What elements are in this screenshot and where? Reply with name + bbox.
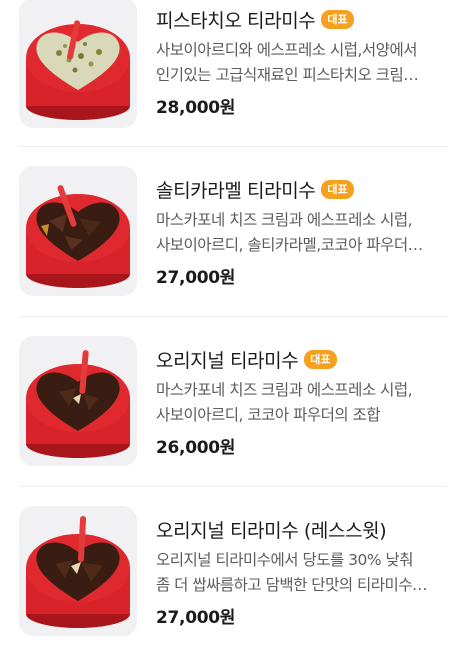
menu-item-description: 사보이아르디와 에스프레소 시럽,서양에서 인기있는 고급식재료인 피스타치오 … <box>156 41 419 84</box>
menu-list: 피스타치오 티라미수 대표 사보이아르디와 에스프레소 시럽,서양에서 인기있는… <box>0 0 466 636</box>
menu-item[interactable]: 오리지널 티라미수 대표 마스카포네 치즈 크림과 에스프레소 시럽, 사보이아… <box>0 308 466 478</box>
menu-item-price: 26,000원 <box>156 438 236 458</box>
menu-item-info: 오리지널 티라미수 대표 마스카포네 치즈 크림과 에스프레소 시럽, 사보이아… <box>156 344 456 458</box>
less-sweet-tiramisu-image <box>19 506 137 636</box>
signature-badge: 대표 <box>304 349 337 369</box>
menu-item-info: 피스타치오 티라미수 대표 사보이아르디와 에스프레소 시럽,서양에서 인기있는… <box>156 4 456 118</box>
menu-item-info: 솔티카라멜 티라미수 대표 마스카포네 치즈 크림과 에스프레소 시럽, 사보이… <box>156 174 456 288</box>
pistachio-tiramisu-image <box>19 0 137 128</box>
signature-badge: 대표 <box>321 179 354 199</box>
salted-caramel-tiramisu-image <box>19 166 137 296</box>
menu-item-name: 오리지널 티라미수 <box>156 349 299 372</box>
menu-item-description: 오리지널 티라미수에서 당도를 30% 낮춰 좀 더 쌉싸름하고 담백한 단맛의… <box>156 551 428 594</box>
signature-badge: 대표 <box>321 9 354 29</box>
menu-item-price: 28,000원 <box>156 98 236 118</box>
menu-item-info: 오리지널 티라미수 (레스스윗) 오리지널 티라미수에서 당도를 30% 낮춰 … <box>156 514 456 629</box>
menu-item[interactable]: 솔티카라멜 티라미수 대표 마스카포네 치즈 크림과 에스프레소 시럽, 사보이… <box>0 138 466 308</box>
menu-item[interactable]: 피스타치오 티라미수 대표 사보이아르디와 에스프레소 시럽,서양에서 인기있는… <box>0 0 466 138</box>
menu-item-description: 마스카포네 치즈 크림과 에스프레소 시럽, 사보이아르디, 솔티카라멜,코코아… <box>156 211 423 254</box>
original-tiramisu-image <box>19 336 137 466</box>
menu-item-name: 피스타치오 티라미수 <box>156 9 316 32</box>
menu-item-price: 27,000원 <box>156 608 236 628</box>
menu-item[interactable]: 오리지널 티라미수 (레스스윗) 오리지널 티라미수에서 당도를 30% 낮춰 … <box>0 478 466 648</box>
menu-item-name: 오리지널 티라미수 (레스스윗) <box>156 519 387 542</box>
menu-item-name: 솔티카라멜 티라미수 <box>156 179 316 202</box>
menu-item-description: 마스카포네 치즈 크림과 에스프레소 시럽, 사보이아르디, 코코아 파우더의 … <box>156 381 413 424</box>
menu-item-price: 27,000원 <box>156 268 236 288</box>
